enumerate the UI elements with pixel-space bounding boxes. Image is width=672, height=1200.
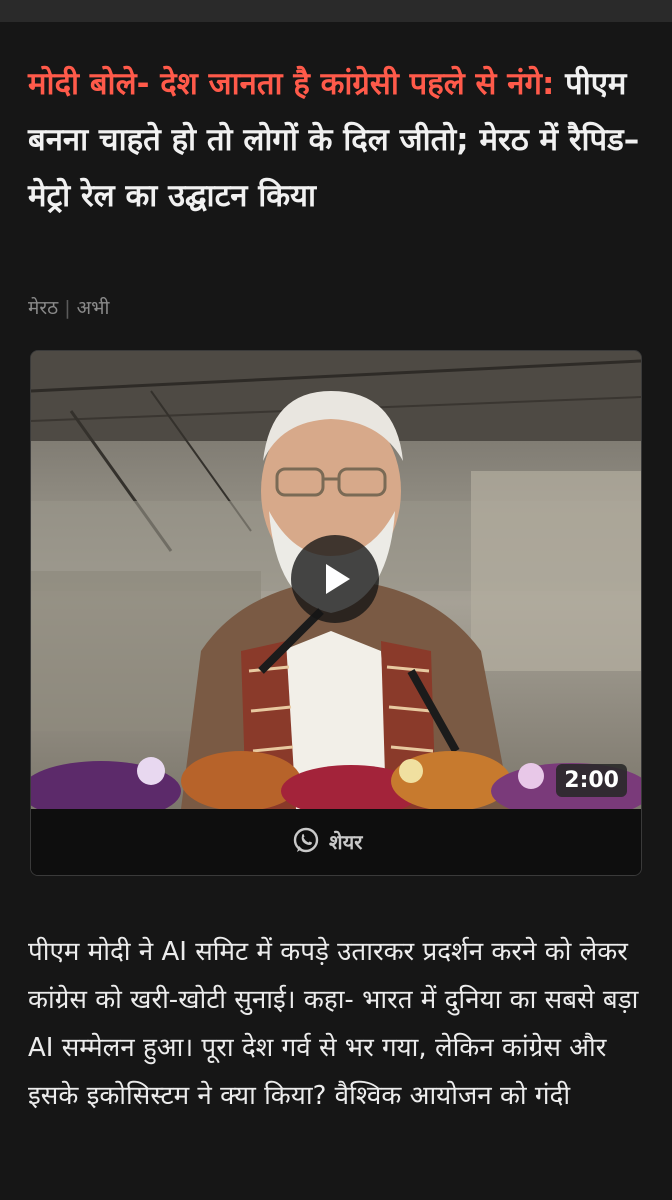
share-button[interactable]: शेयर bbox=[291, 826, 362, 856]
article-time: अभी bbox=[76, 297, 110, 319]
video-thumbnail[interactable]: 2:00 bbox=[31, 351, 641, 809]
play-button[interactable] bbox=[291, 535, 379, 623]
article-meta: मेरठ | अभी bbox=[28, 294, 109, 320]
play-icon bbox=[326, 564, 350, 594]
article-body-paragraph: पीएम मोदी ने AI समिट में कपड़े उतारकर प्… bbox=[28, 937, 639, 1111]
video-duration: 2:00 bbox=[556, 764, 627, 797]
article-page: मोदी बोले- देश जानता है कांग्रेसी पहले स… bbox=[0, 22, 672, 1200]
article-location: मेरठ bbox=[28, 297, 59, 319]
video-card: 2:00 शेयर bbox=[30, 350, 642, 876]
article-headline: मोदी बोले- देश जानता है कांग्रेसी पहले स… bbox=[28, 56, 644, 224]
share-label: शेयर bbox=[329, 829, 363, 854]
share-bar: शेयर bbox=[31, 809, 641, 875]
whatsapp-icon bbox=[293, 827, 319, 853]
headline-highlight: मोदी बोले- देश जानता है कांग्रेसी पहले स… bbox=[28, 66, 555, 102]
status-bar bbox=[0, 0, 672, 22]
meta-divider: | bbox=[64, 297, 71, 319]
